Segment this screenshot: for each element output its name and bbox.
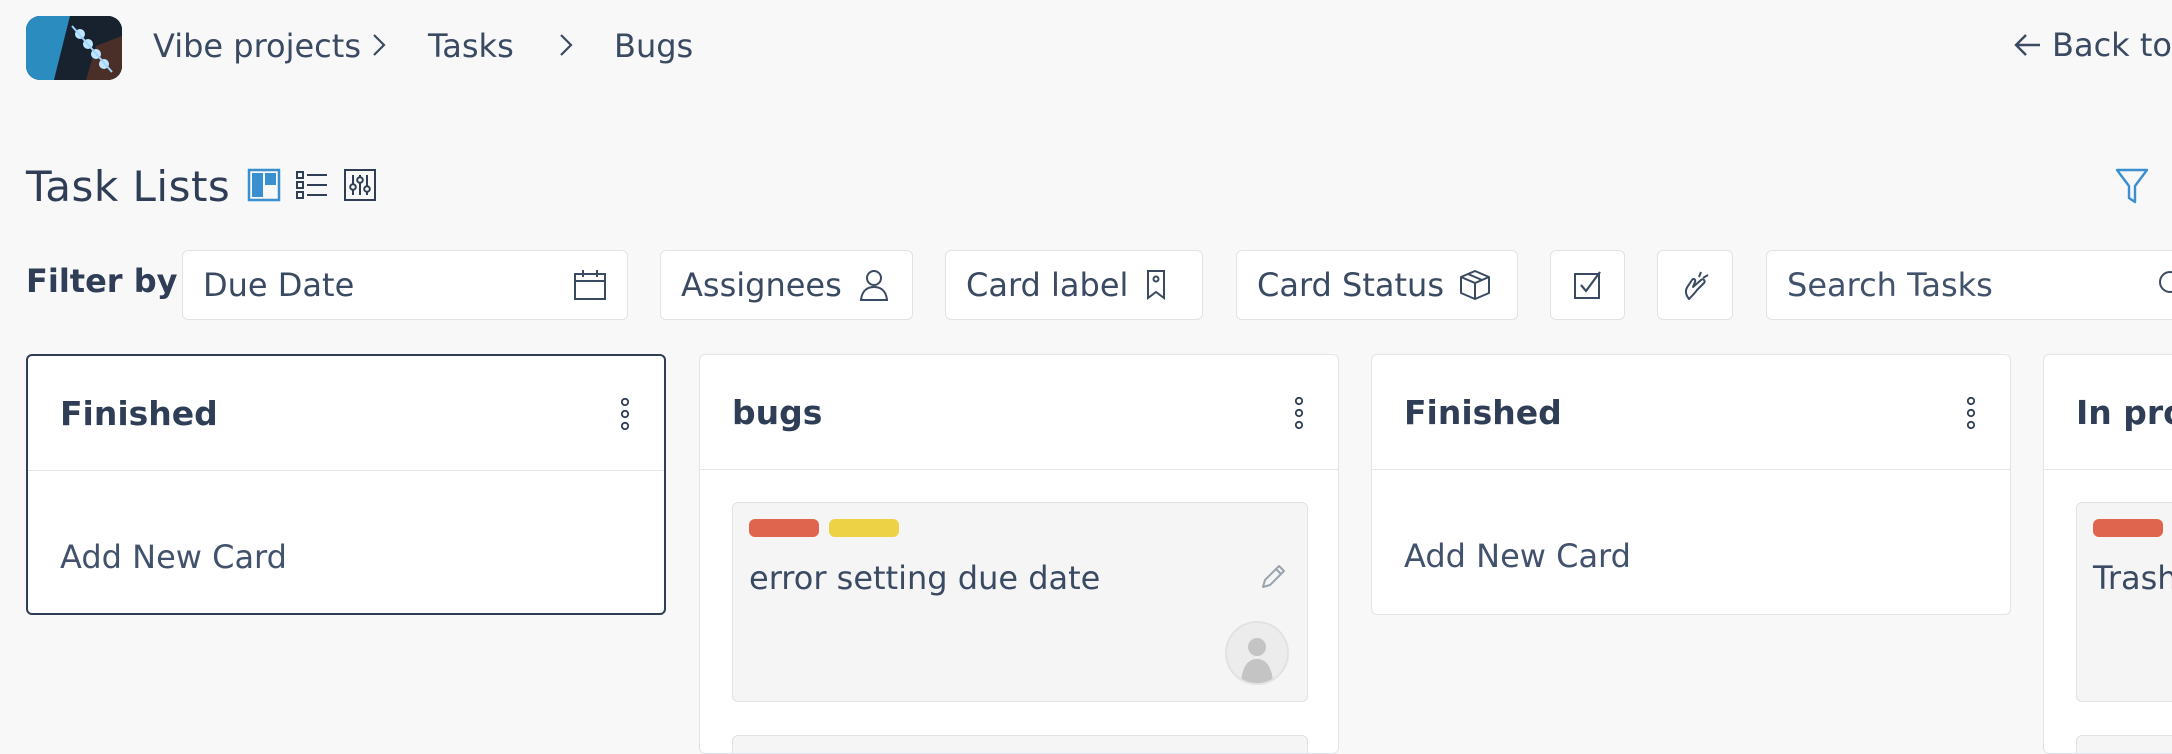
column-title: In progress — [2076, 393, 2172, 432]
task-card[interactable]: Trash — [2076, 502, 2172, 702]
search-tasks-input[interactable]: Search Tasks — [1766, 250, 2172, 320]
default-user-icon — [1241, 638, 1273, 683]
chevron-right-icon — [373, 34, 386, 56]
page-title: Task Lists — [26, 162, 231, 211]
column-title: Finished — [60, 394, 218, 433]
chevron-right-icon — [560, 34, 573, 56]
checklist-filter-button[interactable] — [1550, 250, 1625, 320]
breadcrumb-item-bugs: Bugs — [614, 27, 694, 65]
search-icon — [2159, 271, 2172, 293]
due-date-filter[interactable]: Due Date — [182, 250, 628, 320]
more-vertical-icon[interactable] — [1292, 393, 1306, 433]
card-label-red[interactable] — [2093, 519, 2163, 537]
breadcrumb-item-projects[interactable]: Vibe projects — [153, 27, 361, 65]
task-list-column[interactable]: Finished Add New Card — [1371, 354, 2011, 615]
card-title: Trash — [2093, 559, 2172, 597]
settings-sliders-icon[interactable] — [343, 168, 377, 202]
gesture-filter-button[interactable] — [1657, 250, 1733, 320]
calendar-icon — [574, 270, 606, 300]
column-title: Finished — [1404, 393, 1562, 432]
task-card[interactable] — [732, 735, 1308, 753]
more-vertical-icon[interactable] — [618, 394, 632, 434]
task-list-column[interactable]: bugs error setting due date — [699, 354, 1339, 754]
edit-pencil-icon[interactable] — [1257, 561, 1289, 593]
add-new-card-button[interactable]: Add New Card — [60, 538, 287, 576]
card-label-filter[interactable]: Card label — [945, 250, 1203, 320]
back-link[interactable]: Back to — [2012, 26, 2172, 64]
checkbox-icon — [1573, 271, 1601, 299]
assignee-avatar[interactable] — [1225, 621, 1289, 685]
task-list-column[interactable]: In progress Trash — [2043, 354, 2172, 754]
box-icon — [1460, 270, 1490, 300]
task-card[interactable] — [2076, 735, 2172, 753]
hand-pointer-icon — [1684, 271, 1709, 300]
assignees-filter[interactable]: Assignees — [660, 250, 913, 320]
column-header: bugs — [700, 355, 1338, 470]
card-status-filter[interactable]: Card Status — [1236, 250, 1518, 320]
filter-icon[interactable] — [2114, 166, 2150, 206]
list-view-icon[interactable] — [295, 168, 329, 202]
due-date-filter-label: Due Date — [203, 266, 355, 304]
more-vertical-icon[interactable] — [1964, 393, 1978, 433]
task-list-column[interactable]: Finished Add New Card — [26, 354, 666, 615]
board-view-icon[interactable] — [247, 168, 281, 202]
column-header: Finished — [1372, 355, 2010, 470]
card-status-filter-label: Card Status — [1257, 266, 1444, 304]
tag-icon — [1147, 270, 1166, 300]
add-new-card-button[interactable]: Add New Card — [1404, 537, 1631, 575]
back-link-label: Back to — [2052, 26, 2172, 64]
column-header: Finished — [28, 356, 664, 471]
column-header: In progress — [2044, 355, 2172, 470]
filter-by-label: Filter by — [26, 262, 178, 300]
card-title: error setting due date — [749, 559, 1101, 597]
user-icon — [859, 270, 888, 301]
card-label-red[interactable] — [749, 519, 819, 537]
task-card[interactable]: error setting due date — [732, 502, 1308, 702]
card-label-yellow[interactable] — [829, 519, 899, 537]
assignees-filter-label: Assignees — [681, 266, 842, 304]
breadcrumb-item-tasks[interactable]: Tasks — [428, 27, 514, 65]
app-logo[interactable] — [26, 16, 122, 80]
search-tasks-placeholder: Search Tasks — [1787, 266, 1993, 304]
column-title: bugs — [732, 393, 823, 432]
card-label-filter-label: Card label — [966, 266, 1129, 304]
arrow-left-icon — [2014, 34, 2040, 56]
